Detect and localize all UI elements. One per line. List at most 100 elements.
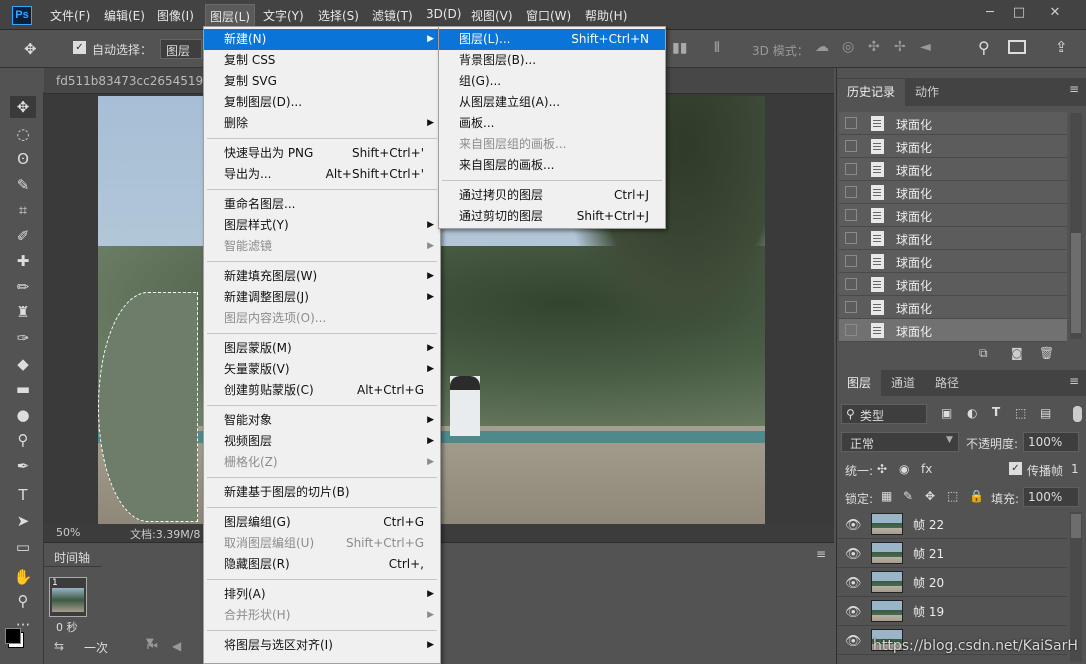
layer-menu-item[interactable]: 复制图层(D)...	[204, 92, 440, 113]
close-button[interactable]: ✕	[1040, 3, 1070, 23]
history-state[interactable]: 球面化	[839, 181, 1067, 204]
history-state[interactable]: 球面化	[839, 273, 1067, 296]
menu-view[interactable]: 视图(V)	[471, 7, 513, 24]
layer-menu-item[interactable]: 将图层与选区对齐(I) ▶	[204, 635, 440, 656]
layer-name[interactable]: 帧 20	[913, 574, 944, 591]
zoom-icon[interactable]: ⚲	[10, 590, 36, 612]
tab-channels[interactable]: 通道	[881, 370, 925, 396]
new-document-from-state-icon[interactable]: ⧉	[979, 346, 988, 361]
snapshot-checkbox[interactable]	[845, 255, 857, 267]
auto-select-checkbox[interactable]: ✓	[73, 41, 86, 54]
new-submenu-item[interactable]: 图层(L)... Shift+Ctrl+N	[439, 29, 665, 50]
layer-menu-item[interactable]: 新建(N) ▶	[204, 29, 440, 50]
share-icon[interactable]: ⇪	[1055, 38, 1068, 56]
zoom-level[interactable]: 50%	[56, 526, 80, 539]
timeline-menu-icon[interactable]: ≡	[816, 547, 826, 561]
menu-file[interactable]: 文件(F)	[50, 7, 90, 24]
lock-artboard-icon[interactable]: ⬚	[947, 489, 958, 503]
layer-name[interactable]: 帧 19	[913, 603, 944, 620]
layer-menu-item[interactable]: 复制 CSS	[204, 50, 440, 71]
eraser-icon[interactable]: ◆	[10, 353, 36, 375]
menu-type[interactable]: 文字(Y)	[263, 7, 304, 24]
frame-delay[interactable]: 0 秒	[56, 619, 78, 635]
history-brush-icon[interactable]: ✑	[10, 327, 36, 349]
eye-icon[interactable]: 👁	[845, 576, 862, 591]
unify-style-icon[interactable]: fx	[921, 462, 932, 476]
3d-camera-icon[interactable]: ◄	[920, 39, 931, 55]
layer-menu-item[interactable]: 导出为... Alt+Shift+Ctrl+'	[204, 164, 440, 185]
layer-menu-item[interactable]: 图层编组(G) Ctrl+G	[204, 512, 440, 533]
rectangle-icon[interactable]: ▭	[10, 536, 36, 558]
dodge-icon[interactable]: ⚲	[10, 429, 36, 451]
eye-icon[interactable]: 👁	[845, 518, 862, 533]
maximize-button[interactable]: □	[1004, 3, 1034, 23]
timeline-frame[interactable]: 1	[49, 577, 87, 617]
menu-help[interactable]: 帮助(H)	[585, 7, 627, 24]
layer-row[interactable]: 👁 帧 21	[837, 539, 1067, 568]
loop-icon[interactable]: ⇆	[54, 639, 64, 653]
marquee-icon[interactable]: ◌	[10, 123, 36, 145]
layer-menu-item[interactable]: 排列(A) ▶	[204, 584, 440, 605]
eye-icon[interactable]: 👁	[845, 634, 862, 649]
new-submenu-item[interactable]: 画板...	[439, 113, 665, 134]
filter-adjustment-icon[interactable]: ◐	[967, 406, 977, 420]
hand-icon[interactable]: ✋	[10, 566, 36, 588]
layer-menu-item[interactable]: 复制 SVG	[204, 71, 440, 92]
search-icon[interactable]: ⚲	[978, 38, 990, 57]
brush-icon[interactable]: ✏	[10, 276, 36, 298]
menu-window[interactable]: 窗口(W)	[526, 7, 571, 24]
layers-menu-icon[interactable]: ≡	[1069, 374, 1079, 388]
snapshot-checkbox[interactable]	[845, 324, 857, 336]
new-submenu-item[interactable]: 组(G)...	[439, 71, 665, 92]
filter-shape-icon[interactable]: ⬚	[1015, 406, 1026, 420]
3d-slide-icon[interactable]: ✢	[894, 39, 906, 55]
tab-history[interactable]: 历史记录	[837, 79, 906, 106]
filter-type-icon[interactable]: T	[992, 405, 1000, 419]
layer-menu-item[interactable]: 新建调整图层(J) ▶	[204, 287, 440, 308]
layer-name[interactable]: 帧 21	[913, 545, 944, 562]
crop-icon[interactable]: ⌗	[10, 199, 36, 221]
blend-mode-dropdown[interactable]: 正常 ▼	[841, 432, 959, 452]
pen-icon[interactable]: ✒	[10, 455, 36, 477]
menu-3d[interactable]: 3D(D)	[426, 7, 461, 21]
loop-options[interactable]: 一次	[84, 639, 108, 656]
tab-paths[interactable]: 路径	[925, 370, 969, 396]
3d-pan-icon[interactable]: ✣	[868, 39, 880, 55]
history-state[interactable]: 球面化	[839, 250, 1067, 273]
blur-icon[interactable]: ●	[10, 404, 36, 426]
history-state[interactable]: 球面化	[839, 204, 1067, 227]
snapshot-checkbox[interactable]	[845, 186, 857, 198]
tab-actions[interactable]: 动作	[905, 79, 949, 105]
eye-icon[interactable]: 👁	[845, 547, 862, 562]
layer-menu-item[interactable]: 图层蒙版(M) ▶	[204, 338, 440, 359]
distribute-icon[interactable]: ⫴	[714, 40, 720, 56]
opacity-input[interactable]: 100%	[1023, 432, 1079, 452]
document-tab-title[interactable]: fd511b83473cc2654519e8	[56, 74, 218, 88]
layer-name[interactable]: 帧 22	[913, 516, 944, 533]
tab-layers[interactable]: 图层	[837, 370, 882, 396]
layer-menu-item[interactable]: 图层样式(Y) ▶	[204, 215, 440, 236]
lock-transparent-icon[interactable]: ▦	[881, 489, 892, 503]
history-state[interactable]: 球面化	[839, 319, 1067, 342]
history-state[interactable]: 球面化	[839, 296, 1067, 319]
snapshot-checkbox[interactable]	[845, 301, 857, 313]
layer-menu-item[interactable]: 视频图层 ▶	[204, 431, 440, 452]
layer-menu-item[interactable]: 快速导出为 PNG Shift+Ctrl+'	[204, 143, 440, 164]
gradient-icon[interactable]: ▬	[10, 378, 36, 400]
timeline-title[interactable]: 时间轴	[54, 549, 90, 566]
3d-roll-icon[interactable]: ◎	[842, 39, 854, 55]
auto-select-dropdown[interactable]: 图层	[160, 39, 202, 59]
new-submenu-item[interactable]: 通过拷贝的图层 Ctrl+J	[439, 185, 665, 206]
healing-icon[interactable]: ✚	[10, 250, 36, 272]
stamp-icon[interactable]: ♜	[10, 301, 36, 323]
snapshot-checkbox[interactable]	[845, 209, 857, 221]
layer-row[interactable]: 👁 帧 20	[837, 568, 1067, 597]
filter-smart-object-icon[interactable]: ▤	[1040, 406, 1051, 420]
move-icon[interactable]: ✥	[10, 96, 36, 118]
quick-select-icon[interactable]: ✎	[10, 174, 36, 196]
delete-trash-icon[interactable]: 🗑	[1039, 346, 1054, 360]
layer-menu-item[interactable]: 新建填充图层(W) ▶	[204, 266, 440, 287]
layer-menu-item[interactable]: 矢量蒙版(V) ▶	[204, 359, 440, 380]
lock-all-icon[interactable]: 🔒	[969, 489, 984, 503]
path-select-icon[interactable]: ➤	[10, 510, 36, 532]
